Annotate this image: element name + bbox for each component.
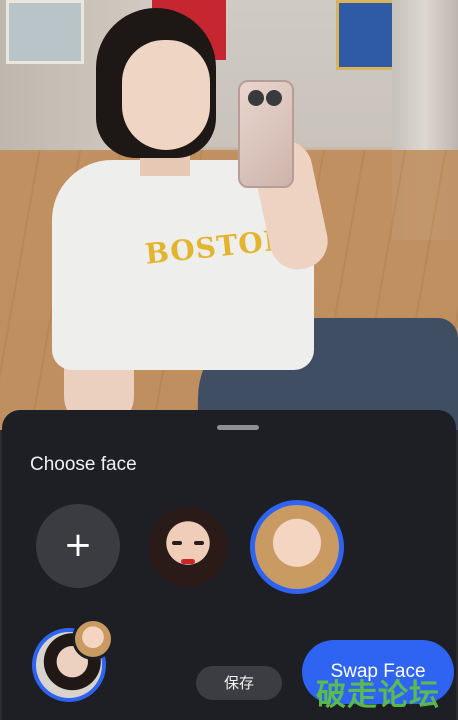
selected-face-thumbnail <box>72 618 114 660</box>
camera-lens-icon <box>248 90 264 106</box>
selected-face-thumbnail-image <box>75 621 111 657</box>
lips <box>181 559 195 564</box>
face-option-1[interactable] <box>148 507 228 587</box>
wall-painting-left <box>6 0 84 64</box>
add-face-button[interactable]: + <box>36 504 120 588</box>
watermark: 破走论坛 <box>316 678 440 713</box>
eye <box>172 541 182 545</box>
save-button[interactable]: 保存 <box>196 666 282 700</box>
sheet-title: Choose face <box>30 454 137 475</box>
wall-painting-blue <box>336 0 396 70</box>
face-option-2-image <box>255 505 339 589</box>
phone <box>238 80 294 188</box>
sheet-drag-handle[interactable] <box>217 425 259 430</box>
plus-icon: + <box>63 525 93 565</box>
camera-lens-icon <box>266 90 282 106</box>
source-photo: BOSTON <box>0 0 458 430</box>
face <box>122 40 210 150</box>
face-option-2-selected[interactable] <box>250 500 344 594</box>
eye <box>194 541 204 545</box>
